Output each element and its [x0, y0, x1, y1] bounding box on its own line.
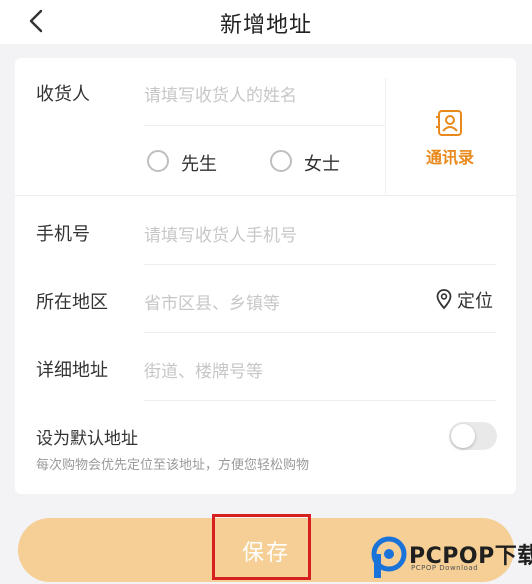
- contact-book-icon: [436, 110, 462, 136]
- pcpop-logo-icon: [371, 536, 407, 578]
- page-title: 新增地址: [219, 13, 312, 38]
- contacts-button[interactable]: 通讯录: [414, 104, 486, 174]
- region-input[interactable]: 省市区县、乡镇等: [144, 289, 414, 314]
- radio-mr-label[interactable]: 先生: [181, 150, 217, 176]
- contacts-label: 通讯录: [425, 148, 474, 167]
- divider: [144, 332, 496, 333]
- default-address-title: 设为默认地址: [36, 429, 138, 449]
- toggle-knob: [451, 424, 475, 448]
- locate-label: 定位: [457, 291, 493, 312]
- region-label: 所在地区: [36, 292, 108, 313]
- phone-label: 手机号: [36, 224, 90, 245]
- watermark-sub: PCPOP Download: [411, 564, 479, 572]
- phone-input[interactable]: 请填写收货人手机号: [144, 221, 494, 246]
- highlight-annotation: [212, 514, 311, 580]
- default-address-toggle[interactable]: [449, 422, 497, 450]
- detail-input[interactable]: 街道、楼牌号等: [144, 357, 494, 382]
- watermark: PCPOP下载 PCPOP Download: [367, 534, 532, 584]
- location-pin-icon: [436, 289, 452, 310]
- radio-ms-label[interactable]: 女士: [304, 150, 340, 176]
- divider: [144, 400, 496, 401]
- radio-mr[interactable]: [147, 150, 169, 172]
- recipient-label: 收货人: [36, 84, 90, 105]
- default-address-hint: 每次购物会优先定位至该地址，方便您轻松购物: [36, 458, 310, 473]
- divider: [144, 264, 496, 265]
- detail-label: 详细地址: [36, 360, 108, 381]
- top-bar: 新增地址: [0, 0, 532, 44]
- radio-ms[interactable]: [270, 150, 292, 172]
- recipient-input[interactable]: 请填写收货人的姓名: [144, 81, 374, 106]
- address-form: 收货人 请填写收货人的姓名 先生 女士 通讯录 手机号 请填写收货人手机号 所在…: [15, 58, 516, 494]
- divider: [144, 125, 385, 126]
- divider: [385, 78, 386, 194]
- divider: [15, 195, 516, 196]
